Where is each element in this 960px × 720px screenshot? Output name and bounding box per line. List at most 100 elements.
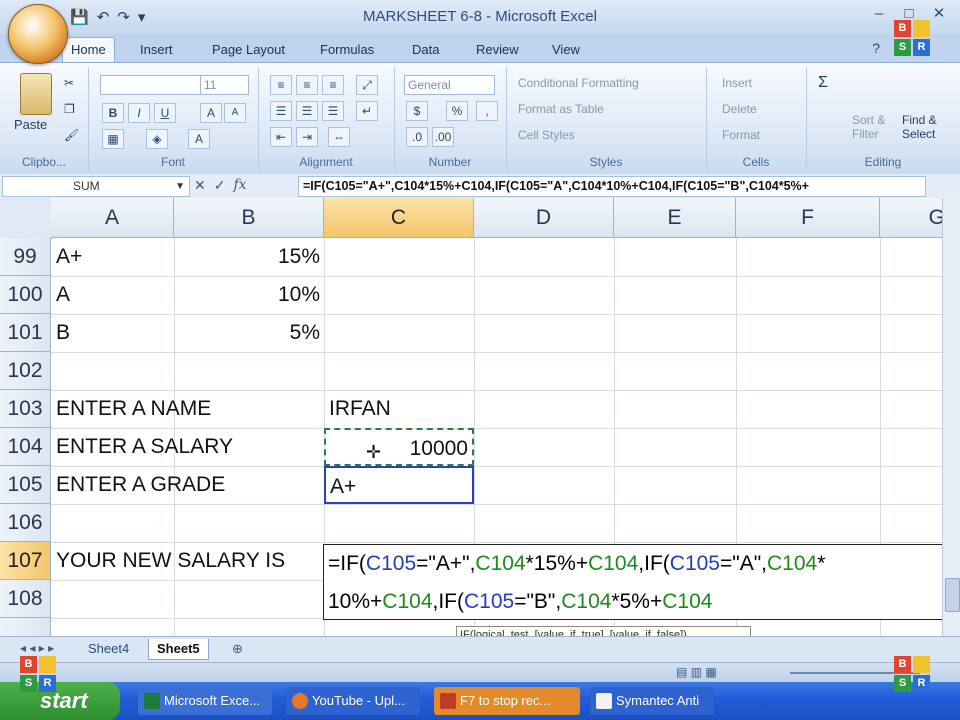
sheet-nav-icon[interactable]: ◂ ◂ ▸ ▸ [20, 641, 54, 655]
formula-input[interactable]: =IF(C105="A+",C104*15%+C104,IF(C105="A",… [298, 176, 926, 197]
cell-b101[interactable]: 5% [174, 314, 320, 352]
cell-a99[interactable]: A+ [56, 238, 82, 276]
font-color-icon[interactable]: A [188, 129, 210, 149]
wrap-text-icon[interactable]: ↵ [356, 101, 378, 121]
cell-b100[interactable]: 10% [174, 276, 320, 314]
autosum-button[interactable]: Σ [818, 73, 828, 93]
align-middle-icon[interactable]: ≡ [296, 75, 318, 95]
taskbar-item-excel[interactable]: Microsoft Exce... [138, 687, 272, 715]
fill-color-icon[interactable]: ◈ [146, 129, 168, 149]
conditional-formatting-button[interactable]: Conditional Formatting [518, 73, 639, 93]
row-header-101[interactable]: 101 [0, 314, 51, 352]
comma-button[interactable]: , [476, 101, 498, 121]
align-top-icon[interactable]: ≡ [270, 75, 292, 95]
paste-icon[interactable] [20, 73, 52, 115]
format-painter-icon[interactable]: 🖌 [64, 125, 79, 145]
cell-a107[interactable]: YOUR NEW SALARY IS [56, 542, 285, 580]
cell-c107-editor[interactable]: =IF(C105="A+",C104*15%+C104,IF(C105="A",… [323, 544, 942, 620]
help-icon[interactable]: ? [872, 40, 880, 56]
font-size-combo[interactable]: 11 [200, 75, 249, 95]
format-cells-button[interactable]: Format [722, 125, 760, 145]
bold-button[interactable]: B [102, 103, 124, 123]
number-format-combo[interactable]: General [404, 75, 495, 95]
office-button[interactable] [8, 4, 68, 64]
tab-formulas[interactable]: Formulas [312, 38, 382, 62]
decrease-indent-icon[interactable]: ⇤ [270, 127, 292, 147]
cut-icon[interactable]: ✂ [64, 73, 74, 93]
cell-c104[interactable]: 10000 [324, 428, 474, 466]
column-header-e[interactable]: E [614, 198, 736, 238]
row-header-100[interactable]: 100 [0, 276, 51, 314]
column-header-g[interactable]: G [880, 198, 942, 238]
delete-cells-button[interactable]: Delete [722, 99, 757, 119]
tab-review[interactable]: Review [468, 38, 527, 62]
align-bottom-icon[interactable]: ≡ [322, 75, 344, 95]
cell-styles-button[interactable]: Cell Styles [518, 125, 575, 145]
underline-button[interactable]: U [154, 103, 176, 123]
sheet-tab-sheet5[interactable]: Sheet5 [148, 639, 209, 660]
cell-c105[interactable]: A+ [324, 466, 474, 504]
sort-filter-button[interactable]: Sort & Filter [852, 113, 892, 141]
taskbar-item-recorder[interactable]: F7 to stop rec... [434, 687, 580, 715]
cancel-entry-icon[interactable]: ✕ [194, 176, 206, 195]
view-buttons-icon[interactable]: ▤ ▥ ▦ [676, 665, 717, 679]
row-header-107[interactable]: 107 [0, 542, 51, 580]
borders-icon[interactable]: ▦ [102, 129, 124, 149]
column-header-f[interactable]: F [736, 198, 880, 238]
column-header-d[interactable]: D [474, 198, 614, 238]
cell-c103[interactable]: IRFAN [329, 390, 391, 428]
cell-b99[interactable]: 15% [174, 238, 320, 276]
row-header-104[interactable]: 104 [0, 428, 51, 466]
orientation-icon[interactable]: ⤢ [356, 75, 378, 95]
scrollbar-thumb[interactable] [945, 578, 960, 612]
tab-data[interactable]: Data [404, 38, 447, 62]
insert-cells-button[interactable]: Insert [722, 73, 752, 93]
insert-function-icon[interactable]: fx [233, 176, 246, 195]
confirm-entry-icon[interactable]: ✓ [214, 176, 226, 195]
increase-indent-icon[interactable]: ⇥ [296, 127, 318, 147]
align-left-icon[interactable]: ☰ [270, 101, 292, 121]
grow-font-button[interactable]: A [200, 103, 222, 123]
row-header-109[interactable] [0, 618, 51, 636]
cell-a105[interactable]: ENTER A GRADE [56, 466, 225, 504]
cell-a104[interactable]: ENTER A SALARY [56, 428, 233, 466]
minimize-button[interactable]: – [866, 4, 892, 24]
row-header-103[interactable]: 103 [0, 390, 51, 428]
insert-sheet-icon[interactable]: ⊕ [232, 641, 243, 657]
font-name-combo[interactable] [100, 75, 201, 95]
merge-center-icon[interactable]: ⇔ [328, 127, 350, 147]
increase-decimal-icon[interactable]: .0 [406, 127, 428, 147]
copy-icon[interactable]: ❐ [64, 99, 75, 119]
find-select-button[interactable]: Find & Select [902, 113, 952, 141]
cell-a101[interactable]: B [56, 314, 70, 352]
sheet-tab-sheet4[interactable]: Sheet4 [80, 639, 137, 659]
name-box[interactable]: SUM ▼ [2, 176, 190, 197]
row-header-105[interactable]: 105 [0, 466, 51, 504]
align-center-icon[interactable]: ☰ [296, 101, 318, 121]
row-header-106[interactable]: 106 [0, 504, 51, 542]
vertical-scrollbar[interactable] [942, 198, 960, 636]
tab-home[interactable]: Home [62, 37, 115, 62]
taskbar-item-youtube[interactable]: YouTube - Upl... [286, 687, 420, 715]
column-header-c[interactable]: C [324, 198, 474, 238]
start-button[interactable]: start [0, 682, 120, 720]
select-all-corner[interactable] [0, 198, 52, 239]
tab-view[interactable]: View [544, 38, 588, 62]
italic-button[interactable]: I [128, 103, 150, 123]
tab-insert[interactable]: Insert [132, 38, 181, 62]
shrink-font-button[interactable]: A [224, 103, 246, 123]
row-header-108[interactable]: 108 [0, 580, 51, 618]
row-header-99[interactable]: 99 [0, 238, 51, 276]
format-as-table-button[interactable]: Format as Table [518, 99, 604, 119]
row-header-102[interactable]: 102 [0, 352, 51, 390]
column-header-a[interactable]: A [51, 198, 174, 238]
decrease-decimal-icon[interactable]: .00 [432, 127, 454, 147]
taskbar-item-symantec[interactable]: Symantec Anti [590, 687, 714, 715]
column-header-b[interactable]: B [174, 198, 324, 238]
paste-button[interactable]: Paste [14, 117, 47, 132]
cell-a103[interactable]: ENTER A NAME [56, 390, 211, 428]
tab-page-layout[interactable]: Page Layout [204, 38, 293, 62]
cell-a100[interactable]: A [56, 276, 70, 314]
currency-button[interactable]: $ [406, 101, 428, 121]
percent-button[interactable]: % [446, 101, 468, 121]
